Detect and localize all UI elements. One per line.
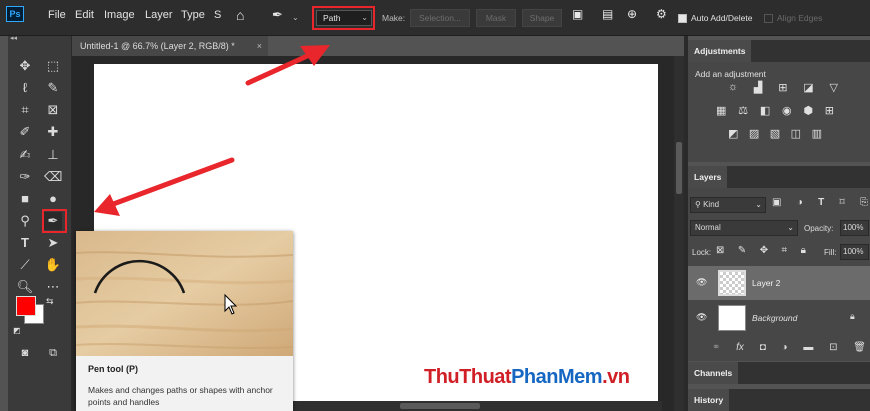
tab-adjustments[interactable]: Adjustments: [688, 40, 752, 62]
layer-name: Layer 2: [752, 278, 781, 288]
curves-icon[interactable]: ⊞: [778, 81, 787, 94]
add-mask-icon[interactable]: ◘: [760, 342, 766, 353]
gradient-map-icon[interactable]: ▥: [812, 127, 822, 140]
hue-saturation-icon[interactable]: ▦: [716, 104, 726, 117]
layer-thumbnail: [718, 270, 746, 296]
fx-icon[interactable]: fx: [736, 342, 744, 353]
channels-panel-header: Channels: [688, 362, 870, 384]
black-white-icon[interactable]: ◧: [760, 104, 770, 117]
chevron-down-icon: ⌄: [787, 223, 794, 232]
pixel-filter-icon[interactable]: ▣: [772, 197, 781, 208]
brightness-icon[interactable]: ☼: [728, 81, 738, 94]
vibrance-icon[interactable]: ▽: [830, 81, 838, 94]
color-balance-icon[interactable]: ⚖: [738, 104, 748, 117]
fill-field[interactable]: 100%: [840, 244, 869, 260]
levels-icon[interactable]: ▟: [754, 81, 762, 94]
watermark-logo: ThuThuatPhanMem.vn: [424, 366, 630, 389]
watermark-part-3: .vn: [602, 366, 630, 388]
color-lookup-icon[interactable]: ⊞: [825, 104, 834, 117]
layer-filter-value: Kind: [703, 200, 720, 209]
blend-mode-value: Normal: [695, 223, 721, 232]
fill-label: Fill:: [824, 248, 837, 257]
visibility-eye-icon[interactable]: 👁︎: [696, 277, 707, 288]
layers-panel-header: Layers: [688, 166, 870, 188]
tab-history[interactable]: History: [688, 389, 730, 411]
adjustments-hint: Add an adjustment: [695, 69, 766, 79]
channel-mixer-icon[interactable]: ⬢: [803, 104, 813, 117]
blend-mode-select[interactable]: Normal ⌄: [690, 220, 798, 236]
layers-footer-icons: ⚭ fx ◘ ◑ ▬ ⊡ 🗑︎: [712, 342, 866, 353]
lock-icons: ⊠ ✎ ✥ ⌗ 🔒︎: [716, 245, 806, 256]
layer-row-layer-2[interactable]: 👁︎ Layer 2: [688, 266, 870, 300]
lock-label: Lock:: [692, 248, 712, 257]
history-panel-header: History: [688, 389, 870, 411]
posterize-icon[interactable]: ▨: [749, 127, 759, 140]
shape-filter-icon[interactable]: ⌑: [840, 197, 845, 208]
lock-all-icon[interactable]: 🔒︎: [801, 245, 806, 256]
smart-object-filter-icon[interactable]: ⎘: [860, 197, 868, 208]
arrow-to-pen-tool: [94, 157, 235, 216]
arrow-to-path-mode: [245, 45, 330, 86]
lock-position-icon[interactable]: ✥: [760, 245, 768, 256]
adjustments-panel-header: Adjustments: [688, 40, 870, 62]
adjustment-icons-row-3: ◩ ▨ ▧ ◫ ▥: [728, 127, 822, 140]
lock-pixels-icon[interactable]: ✎: [738, 245, 746, 256]
visibility-eye-icon[interactable]: 👁︎: [696, 312, 707, 323]
invert-icon[interactable]: ◩: [728, 127, 738, 140]
tab-layers[interactable]: Layers: [688, 166, 728, 188]
watermark-part-2: PhanMem: [511, 366, 603, 388]
threshold-icon[interactable]: ▧: [770, 127, 780, 140]
lock-icon: 🔒︎: [850, 311, 855, 321]
opacity-field[interactable]: 100%: [840, 220, 869, 236]
group-folder-icon[interactable]: ▬: [803, 342, 813, 353]
chevron-down-icon: ⌄: [755, 200, 762, 209]
layer-filter-icons: ▣ ◑ T ⌑ ⎘: [772, 197, 868, 208]
layer-filter-select[interactable]: ⚲ Kind ⌄: [690, 197, 766, 213]
trash-icon[interactable]: 🗑︎: [853, 342, 866, 353]
layer-thumbnail: [718, 305, 746, 331]
watermark-part-1: ThuThuat: [424, 366, 512, 388]
adjustment-filter-icon[interactable]: ◑: [797, 197, 803, 208]
lock-transparent-icon[interactable]: ⊠: [716, 245, 724, 256]
lock-artboard-icon[interactable]: ⌗: [782, 245, 788, 256]
selective-color-icon[interactable]: ◫: [791, 127, 801, 140]
photo-filter-icon[interactable]: ◉: [782, 104, 792, 117]
search-icon: ⚲: [695, 200, 704, 209]
opacity-label: Opacity:: [804, 224, 834, 233]
tab-channels[interactable]: Channels: [688, 362, 739, 384]
adjustment-layer-icon[interactable]: ◑: [782, 342, 788, 353]
exposure-icon[interactable]: ◪: [803, 81, 813, 94]
layer-row-background[interactable]: 👁︎ Background 🔒︎: [688, 301, 870, 335]
adjustment-icons-row-1: ☼ ▟ ⊞ ◪ ▽: [728, 81, 838, 94]
layer-name: Background: [752, 313, 798, 323]
adjustment-icons-row-2: ▦ ⚖ ◧ ◉ ⬢ ⊞: [716, 104, 834, 117]
link-icon[interactable]: ⚭: [712, 342, 720, 353]
new-layer-icon[interactable]: ⊡: [829, 342, 837, 353]
type-filter-icon[interactable]: T: [818, 197, 824, 208]
